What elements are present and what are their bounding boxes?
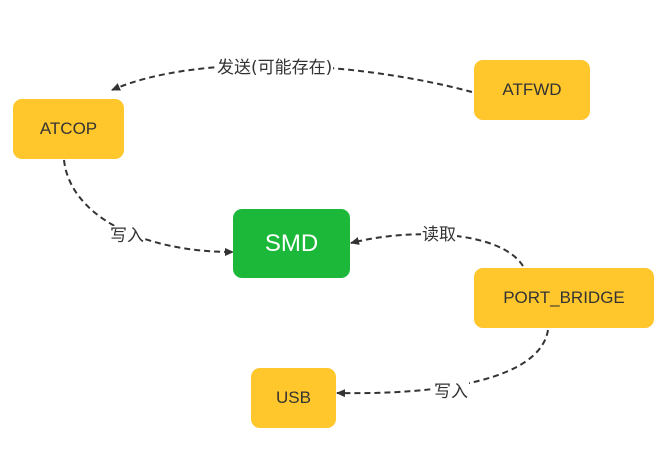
node-port-bridge-label: PORT_BRIDGE: [503, 288, 625, 307]
edge-atcop-to-smd: [63, 159, 234, 256]
node-atfwd-label: ATFWD: [502, 80, 562, 99]
edge-label-write-smd: 写入: [109, 226, 145, 246]
node-usb[interactable]: USB: [251, 368, 336, 428]
node-smd-label: SMD: [264, 229, 319, 257]
node-atfwd[interactable]: ATFWD: [474, 60, 590, 120]
node-atcop[interactable]: ATCOP: [13, 99, 124, 159]
node-atcop-label: ATCOP: [39, 119, 98, 138]
node-smd[interactable]: SMD: [233, 209, 350, 278]
edge-label-send: 发送(可能存在): [216, 58, 334, 78]
edge-label-read: 读取: [421, 225, 457, 245]
edge-label-write-usb: 写入: [433, 382, 469, 402]
node-usb-label: USB: [276, 388, 311, 407]
diagram-canvas: 发送(可能存在) 写入 读取 写入 ATCOP ATFWD SMD PORT_B…: [0, 0, 661, 452]
node-port-bridge[interactable]: PORT_BRIDGE: [474, 268, 654, 328]
